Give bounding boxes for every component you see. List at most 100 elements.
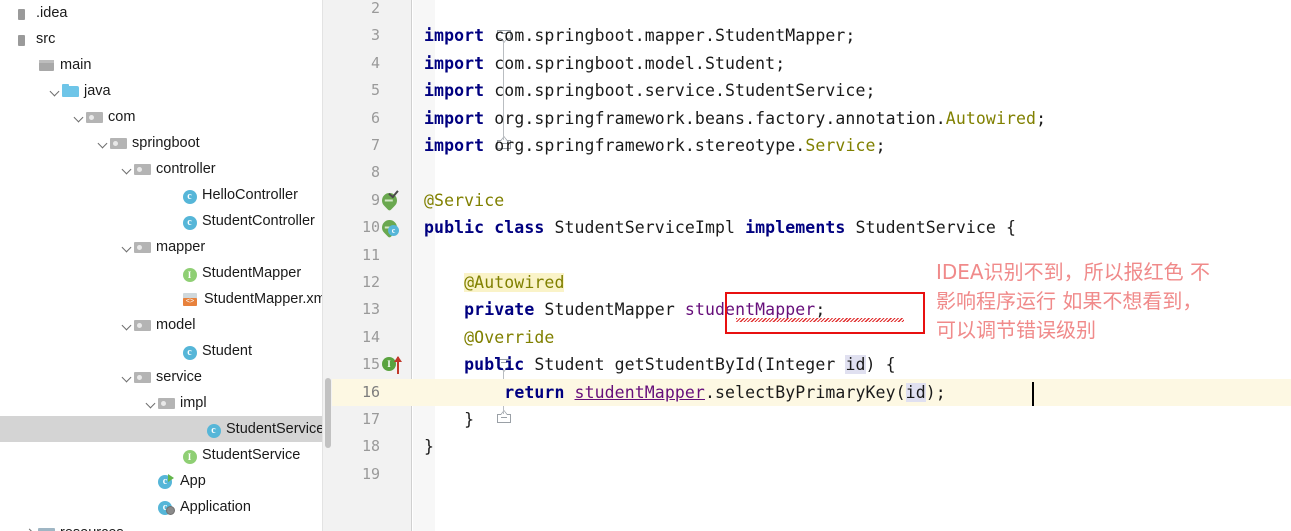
bar-icon (14, 4, 32, 22)
folder-blue-icon (62, 82, 80, 100)
code-editor[interactable]: cI 2 3 import com.springboot.mapper.Studen… (332, 0, 1291, 531)
code-text[interactable]: return studentMapper.selectByPrimaryKey(… (424, 379, 946, 406)
code-line-17[interactable]: 17 } (332, 406, 1291, 433)
tree-item-service[interactable]: service (0, 364, 332, 390)
line-number: 15 (361, 355, 380, 374)
code-text[interactable]: import com.springboot.mapper.StudentMapp… (424, 22, 855, 49)
code-line-10[interactable]: 10 public class StudentServiceImpl implem… (332, 214, 1291, 241)
code-line-16[interactable]: 16 return studentMapper.selectByPrimaryK… (332, 378, 1291, 406)
code-line-6[interactable]: 6 import org.springframework.beans.factor… (332, 105, 1291, 132)
tree-item-application[interactable]: Application (0, 494, 332, 520)
chevron-down-icon[interactable] (120, 364, 134, 390)
chevron-right-icon[interactable] (24, 520, 38, 531)
code-line-15[interactable]: 15 public Student getStudentById(Integer… (332, 351, 1291, 378)
line-number: 4 (370, 53, 380, 72)
tree-item-label: StudentController (202, 213, 315, 229)
line-number: 5 (370, 81, 380, 100)
tree-item-label: model (156, 317, 196, 333)
error-squiggle-underline (736, 318, 904, 322)
tree-item-studentserviceimpl[interactable]: StudentServiceImpl (0, 416, 332, 442)
line-number: 17 (361, 410, 380, 428)
package-icon (110, 134, 128, 152)
code-line-14[interactable]: 14 @Override (332, 324, 1291, 351)
line-number: 2 (370, 0, 380, 17)
tree-item-label: Application (180, 499, 251, 515)
code-text[interactable]: import com.springboot.model.Student; (424, 50, 785, 77)
code-lines[interactable]: 2 3 import com.springboot.mapper.StudentMa… (332, 0, 1291, 531)
tree-item-springboot[interactable]: springboot (0, 130, 332, 156)
tree-item-resources[interactable]: resources (0, 520, 332, 531)
code-text[interactable]: public Student getStudentById(Integer id… (424, 351, 896, 378)
chevron-down-icon[interactable] (144, 390, 158, 416)
tree-item-label: App (180, 473, 206, 489)
chevron-down-icon[interactable] (72, 104, 86, 130)
tree-item-studentmapper[interactable]: StudentMapper (0, 260, 332, 286)
code-text[interactable]: import org.springframework.stereotype.Se… (424, 132, 886, 159)
line-number: 13 (361, 300, 380, 319)
tree-item-hellocontroller[interactable]: HelloController (0, 182, 332, 208)
class-icon (182, 213, 198, 230)
tree-item-label: springboot (132, 135, 200, 151)
chevron-down-icon[interactable] (48, 78, 62, 104)
sidebar-scrollbar[interactable] (322, 0, 332, 531)
code-line-12[interactable]: 12 @Autowired (332, 269, 1291, 296)
package-icon (86, 108, 104, 126)
tree-item-com[interactable]: com (0, 104, 332, 130)
chevron-down-icon[interactable] (96, 130, 110, 156)
code-line-7[interactable]: 7 import org.springframework.stereotype.S… (332, 132, 1291, 159)
tree-item-app[interactable]: App (0, 468, 332, 494)
code-text[interactable]: public class StudentServiceImpl implemen… (424, 214, 1016, 241)
code-line-3[interactable]: 3 import com.springboot.mapper.StudentMap… (332, 22, 1291, 49)
tree-item-controller[interactable]: controller (0, 156, 332, 182)
code-line-2[interactable]: 2 (332, 0, 1291, 22)
tree-item-model[interactable]: model (0, 312, 332, 338)
tree-item-studentmapper-xml[interactable]: StudentMapper.xml (0, 286, 332, 312)
code-text[interactable]: import org.springframework.beans.factory… (424, 105, 1046, 132)
code-line-4[interactable]: 4 import com.springboot.model.Student; (332, 50, 1291, 77)
tree-item-label: resources (60, 520, 128, 531)
tree-item-java[interactable]: java (0, 78, 332, 104)
code-text[interactable]: @Service (424, 187, 504, 214)
tree-item-label: StudentMapper (202, 265, 302, 281)
tree-item-studentservice[interactable]: StudentService (0, 442, 332, 468)
project-tree-panel[interactable]: .idea src main java com springboot controller H… (0, 0, 332, 531)
code-text[interactable]: @Override (424, 324, 554, 351)
code-line-9[interactable]: 9 @Service (332, 187, 1291, 214)
resources-icon (38, 524, 56, 531)
xml-file-icon (182, 290, 200, 308)
tree-item-label: mapper (156, 239, 206, 255)
tree-item--idea[interactable]: .idea (0, 0, 332, 26)
tree-item-label: StudentServiceImpl (226, 421, 332, 437)
chevron-down-icon[interactable] (120, 234, 134, 260)
package-icon (158, 394, 176, 412)
runnable-class-icon (158, 472, 176, 490)
tree-item-main[interactable]: main (0, 52, 332, 78)
code-text[interactable]: } (424, 433, 434, 460)
code-line-18[interactable]: 18} (332, 433, 1291, 460)
class-icon (182, 187, 198, 204)
code-line-5[interactable]: 5 import com.springboot.service.StudentSe… (332, 77, 1291, 104)
chevron-down-icon[interactable] (120, 156, 134, 182)
tree-item-impl[interactable]: impl (0, 390, 332, 416)
code-line-11[interactable]: 11 (332, 242, 1291, 269)
line-number: 18 (361, 437, 380, 456)
sidebar-scrollbar-thumb[interactable] (325, 378, 331, 448)
code-text[interactable]: } (424, 406, 474, 433)
code-text[interactable]: @Autowired (424, 269, 565, 296)
tree-item-label: impl (180, 395, 207, 411)
project-tree[interactable]: .idea src main java com springboot controller H… (0, 0, 332, 531)
line-number: 16 (361, 382, 380, 401)
code-line-19[interactable]: 19 (332, 461, 1291, 488)
code-text[interactable]: import com.springboot.service.StudentSer… (424, 77, 876, 104)
tree-item-label: src (36, 31, 56, 47)
tree-item-mapper[interactable]: mapper (0, 234, 332, 260)
tree-item-student[interactable]: Student (0, 338, 332, 364)
tree-item-studentcontroller[interactable]: StudentController (0, 208, 332, 234)
package-icon (134, 368, 152, 386)
chevron-down-icon[interactable] (120, 312, 134, 338)
tree-item-src[interactable]: src (0, 26, 332, 52)
code-line-8[interactable]: 8 (332, 159, 1291, 186)
